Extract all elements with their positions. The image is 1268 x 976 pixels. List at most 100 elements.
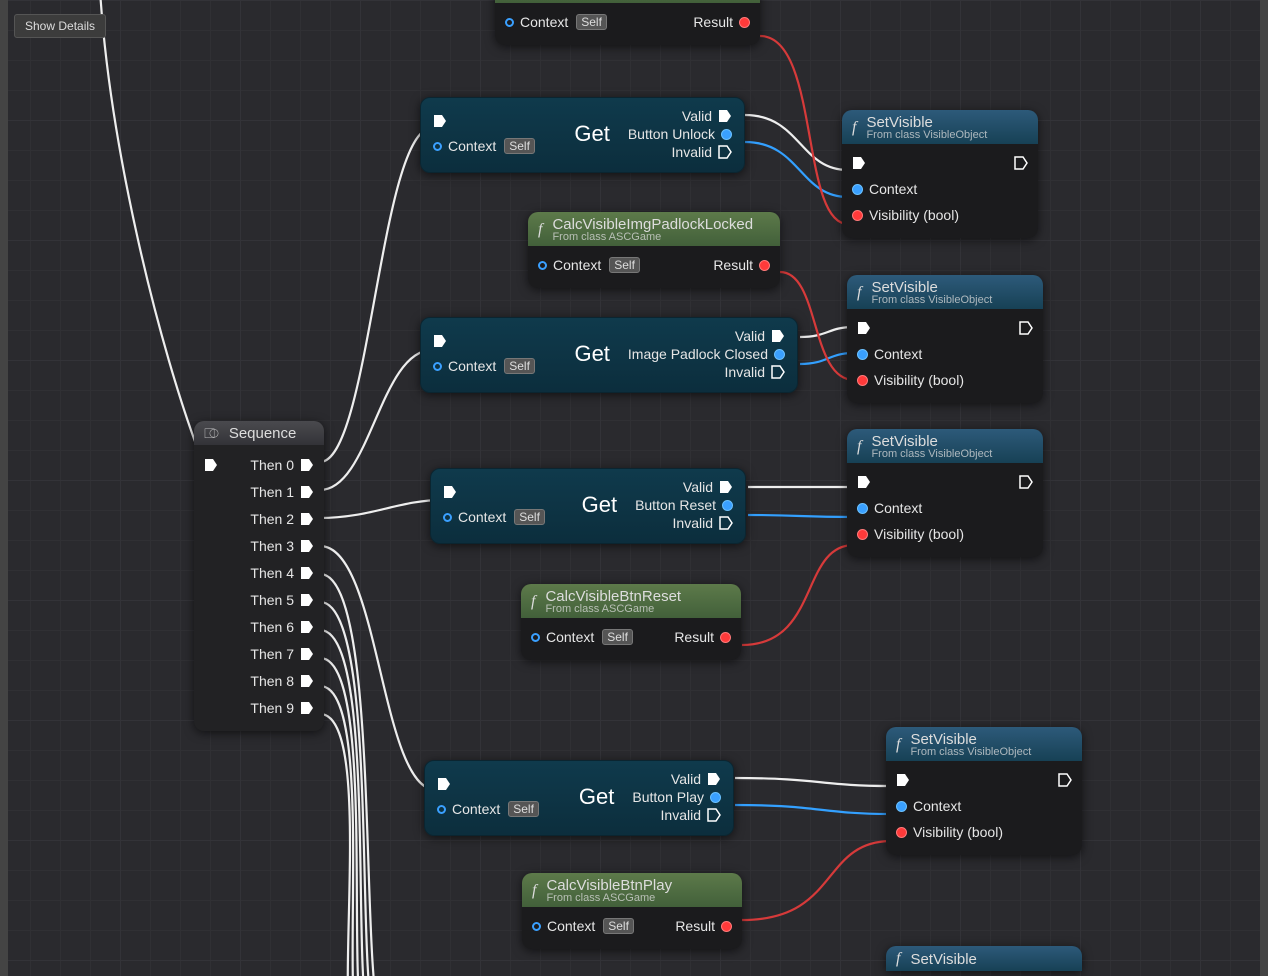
node-header: f SetVisible From class VisibleObject (847, 429, 1043, 463)
sequence-row: Then 2 (202, 505, 316, 532)
function-icon: f (531, 593, 535, 611)
self-chip: Self (603, 918, 634, 934)
function-icon: f (857, 438, 861, 456)
pin-visibility[interactable]: Visibility (bool) (857, 526, 964, 542)
exec-out-pin[interactable] (300, 458, 314, 472)
sequence-then-label: Then 3 (250, 538, 294, 554)
exec-out-pin[interactable] (300, 647, 314, 661)
sequence-row: Then 5 (202, 586, 316, 613)
node-get-get1[interactable]: Context Self Get Valid Button Unlock Inv… (420, 97, 745, 173)
pin-output[interactable]: Button Unlock (628, 126, 732, 142)
node-subtitle: From class VisibleObject (871, 294, 992, 306)
pin-context[interactable]: Context Self (505, 14, 607, 30)
exec-in-pin[interactable] (204, 458, 218, 472)
node-subtitle: From class VisibleObject (871, 448, 992, 460)
node-calc-top[interactable]: f From class ASCGame Context Self Result (495, 0, 760, 45)
show-details-button[interactable]: Show Details (14, 14, 106, 38)
self-chip: Self (504, 358, 535, 374)
pin-invalid[interactable]: Invalid (673, 515, 733, 531)
sequence-row: Then 6 (202, 613, 316, 640)
sequence-row: Then 0 (202, 451, 316, 478)
exec-out-pin[interactable] (300, 539, 314, 553)
sequence-then-label: Then 1 (250, 484, 294, 500)
exec-in-pin[interactable] (443, 485, 545, 499)
frame-border-left (0, 0, 8, 976)
pin-context[interactable]: Context (896, 798, 961, 814)
pin-context[interactable]: Context Self (437, 801, 539, 817)
pin-valid[interactable]: Valid (671, 771, 721, 787)
exec-in-pin[interactable] (896, 773, 910, 787)
pin-valid[interactable]: Valid (735, 328, 785, 344)
node-calc1[interactable]: f CalcVisibleImgPadlockLocked From class… (528, 212, 780, 288)
node-get-get3[interactable]: Context Self Get Valid Button Reset Inva… (430, 468, 746, 544)
pin-invalid[interactable]: Invalid (661, 807, 721, 823)
pin-context[interactable]: Context Self (531, 629, 633, 645)
exec-in-pin[interactable] (852, 156, 866, 170)
pin-visibility[interactable]: Visibility (bool) (852, 207, 959, 223)
exec-in-pin[interactable] (437, 777, 539, 791)
node-sv2[interactable]: f SetVisible From class VisibleObject Co… (847, 275, 1043, 403)
pin-result[interactable]: Result (675, 918, 732, 934)
node-calc2[interactable]: f CalcVisibleBtnReset From class ASCGame… (521, 584, 741, 660)
function-icon: f (538, 221, 542, 239)
exec-out-pin[interactable] (300, 620, 314, 634)
function-icon: f (852, 119, 856, 137)
node-sv3[interactable]: f SetVisible From class VisibleObject Co… (847, 429, 1043, 557)
node-setvisible-5[interactable]: f SetVisible (886, 946, 1082, 971)
exec-in-pin[interactable] (857, 321, 871, 335)
node-subtitle: From class ASCGame (546, 892, 672, 904)
pin-context[interactable]: Context (857, 500, 922, 516)
pin-result[interactable]: Result (693, 14, 750, 30)
exec-out-pin[interactable] (300, 512, 314, 526)
pin-result[interactable]: Result (713, 257, 770, 273)
node-get-get4[interactable]: Context Self Get Valid Button Play Inval… (424, 760, 734, 836)
pin-output[interactable]: Button Reset (635, 497, 733, 513)
exec-out-pin[interactable] (300, 485, 314, 499)
pin-result[interactable]: Result (674, 629, 731, 645)
pin-valid[interactable]: Valid (682, 108, 732, 124)
pin-visibility[interactable]: Visibility (bool) (857, 372, 964, 388)
pin-visibility[interactable]: Visibility (bool) (896, 824, 1003, 840)
exec-out-pin[interactable] (300, 701, 314, 715)
exec-in-pin[interactable] (433, 334, 535, 348)
self-chip: Self (576, 14, 607, 30)
node-sv4[interactable]: f SetVisible From class VisibleObject Co… (886, 727, 1082, 855)
exec-out-pin[interactable] (1058, 773, 1072, 787)
pin-output[interactable]: Image Padlock Closed (628, 346, 785, 362)
self-chip: Self (508, 801, 539, 817)
exec-in-pin[interactable] (857, 475, 871, 489)
pin-context[interactable]: Context (857, 346, 922, 362)
sequence-then-label: Then 7 (250, 646, 294, 662)
node-title: SetVisible (910, 951, 976, 968)
get-title: Get (579, 784, 614, 810)
pin-output[interactable]: Button Play (632, 789, 721, 805)
pin-context[interactable]: Context Self (433, 138, 535, 154)
frame-border-right (1260, 0, 1268, 976)
pin-context[interactable]: Context Self (443, 509, 545, 525)
pin-context[interactable]: Context Self (433, 358, 535, 374)
exec-out-pin[interactable] (1014, 156, 1028, 170)
node-get-get2[interactable]: Context Self Get Valid Image Padlock Clo… (420, 317, 798, 393)
node-sv1[interactable]: f SetVisible From class VisibleObject Co… (842, 110, 1038, 238)
pin-context[interactable]: Context (852, 181, 917, 197)
exec-in-pin[interactable] (433, 114, 535, 128)
node-subtitle: From class VisibleObject (866, 129, 987, 141)
sequence-then-label: Then 4 (250, 565, 294, 581)
pin-invalid[interactable]: Invalid (725, 364, 785, 380)
node-header: f CalcVisibleBtnPlay From class ASCGame (522, 873, 742, 907)
exec-out-pin[interactable] (300, 566, 314, 580)
self-chip: Self (602, 629, 633, 645)
node-calc3[interactable]: f CalcVisibleBtnPlay From class ASCGame … (522, 873, 742, 949)
exec-out-pin[interactable] (1019, 321, 1033, 335)
function-icon: f (857, 284, 861, 302)
pin-context[interactable]: Context Self (532, 918, 634, 934)
exec-out-pin[interactable] (300, 674, 314, 688)
exec-out-pin[interactable] (1019, 475, 1033, 489)
pin-invalid[interactable]: Invalid (672, 144, 732, 160)
node-sequence[interactable]: ⎄ Sequence Then 0 Then 1 Then 2 Then 3 T… (194, 421, 324, 731)
pin-valid[interactable]: Valid (683, 479, 733, 495)
pin-context[interactable]: Context Self (538, 257, 640, 273)
exec-out-pin[interactable] (300, 593, 314, 607)
sequence-row: Then 4 (202, 559, 316, 586)
sequence-then-label: Then 6 (250, 619, 294, 635)
